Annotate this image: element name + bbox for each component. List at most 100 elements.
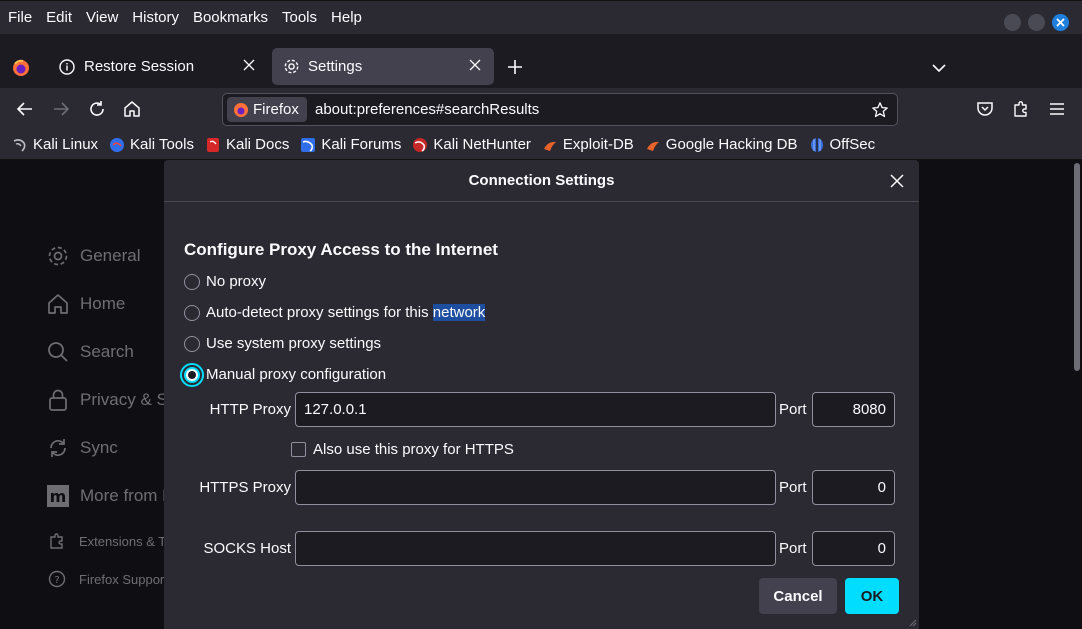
kali-tools-icon <box>110 137 125 152</box>
bookmark-label: Kali Linux <box>33 136 99 153</box>
radio-label: No proxy <box>206 273 267 290</box>
bookmark-label: Kali Tools <box>130 136 194 153</box>
exploit-db-icon <box>543 141 556 151</box>
menu-help[interactable]: Help <box>331 9 362 26</box>
https-proxy-label: HTTPS Proxy <box>199 479 291 496</box>
radio-button[interactable] <box>184 304 200 321</box>
url-text[interactable]: about:preferences#searchResults <box>315 101 539 118</box>
dialog-header: Connection Settings <box>164 160 919 202</box>
http-proxy-label: HTTP Proxy <box>209 401 291 418</box>
tab-restore-session[interactable]: Restore Session <box>48 48 268 85</box>
star-icon[interactable] <box>871 101 889 119</box>
bookmark-kali-nethunter[interactable]: Kali NetHunter <box>412 136 531 153</box>
bookmark-exploit-db[interactable]: Exploit-DB <box>542 136 634 153</box>
socks-host-input[interactable] <box>295 531 776 566</box>
cancel-button[interactable]: Cancel <box>759 578 837 614</box>
https-proxy-input[interactable] <box>295 470 776 505</box>
tab-settings[interactable]: Settings <box>272 48 494 85</box>
radio-button[interactable] <box>184 335 200 352</box>
bookmark-label: Kali Docs <box>225 136 290 153</box>
page-scrollbar[interactable] <box>1074 163 1080 371</box>
socks-port-label: Port <box>779 540 807 557</box>
close-icon[interactable] <box>242 58 256 72</box>
socks-host-label: SOCKS Host <box>203 540 291 557</box>
bookmark-kali-tools[interactable]: Kali Tools <box>109 136 194 153</box>
menu-file[interactable]: File <box>8 9 32 26</box>
extensions-puzzle-icon[interactable] <box>1011 99 1031 119</box>
bookmark-label: Google Hacking DB <box>665 136 798 153</box>
tab-label: Settings <box>308 58 363 75</box>
menu-bookmarks[interactable]: Bookmarks <box>193 9 268 26</box>
reload-icon[interactable] <box>87 99 107 119</box>
minimize-button[interactable] <box>1004 14 1021 31</box>
connection-settings-dialog: Connection Settings Configure Proxy Acce… <box>164 160 919 629</box>
socks-port-input[interactable]: 0 <box>812 531 895 566</box>
info-icon <box>58 58 76 76</box>
offsec-icon <box>810 137 823 152</box>
gear-icon <box>282 58 300 76</box>
dialog-title: Connection Settings <box>468 172 615 189</box>
ghdb-icon <box>646 141 659 151</box>
bookmark-offsec[interactable]: OffSec <box>809 136 876 153</box>
forward-arrow-icon[interactable] <box>51 99 71 119</box>
bookmark-kali-forums[interactable]: Kali Forums <box>300 136 401 153</box>
kali-docs-icon <box>206 137 219 152</box>
close-icon[interactable] <box>889 173 905 189</box>
bookmark-label: Kali NetHunter <box>433 136 531 153</box>
resize-grip-icon[interactable] <box>907 617 917 627</box>
radio-label: Use system proxy settings <box>206 335 382 352</box>
https-port-input[interactable]: 0 <box>812 470 895 505</box>
maximize-button[interactable] <box>1028 14 1045 31</box>
kali-dragon-icon <box>13 138 26 152</box>
ok-button[interactable]: OK <box>845 578 899 614</box>
hamburger-menu-icon[interactable] <box>1047 99 1067 119</box>
http-port-label: Port <box>779 401 807 418</box>
bookmark-google-hacking-db[interactable]: Google Hacking DB <box>645 136 798 153</box>
radio-no-proxy[interactable]: No proxy <box>184 273 266 290</box>
radio-manual-proxy[interactable]: Manual proxy configuration <box>180 362 387 387</box>
menu-view[interactable]: View <box>86 9 118 26</box>
identity-box[interactable]: Firefox <box>227 97 307 122</box>
bookmark-label: Kali Forums <box>321 136 402 153</box>
bookmark-kali-docs[interactable]: Kali Docs <box>205 136 289 153</box>
radio-system-proxy[interactable]: Use system proxy settings <box>184 335 381 352</box>
radio-auto-detect[interactable]: Auto-detect proxy settings for this netw… <box>184 304 486 321</box>
close-icon[interactable] <box>468 58 482 72</box>
plus-icon[interactable] <box>506 58 524 76</box>
back-arrow-icon[interactable] <box>15 99 35 119</box>
bookmark-label: Exploit-DB <box>562 136 634 153</box>
bookmark-kali-linux[interactable]: Kali Linux <box>12 136 98 153</box>
window-close-button[interactable] <box>1052 14 1069 31</box>
close-icon <box>1056 18 1065 27</box>
bookmarks-bar: Kali Linux Kali Tools Kali Docs Kali For… <box>0 130 1082 160</box>
section-title: Configure Proxy Access to the Internet <box>184 240 498 259</box>
checkbox[interactable] <box>291 442 306 457</box>
checkbox-label: Also use this proxy for HTTPS <box>313 441 514 458</box>
firefox-icon[interactable] <box>11 58 31 78</box>
identity-label: Firefox <box>253 101 299 118</box>
tab-bar: Restore Session Settings <box>0 34 1082 88</box>
url-bar[interactable]: Firefox about:preferences#searchResults <box>222 93 898 126</box>
kali-forums-icon <box>301 137 316 152</box>
http-proxy-input[interactable]: 127.0.0.1 <box>295 392 776 427</box>
radio-button-selected[interactable] <box>180 362 204 387</box>
menu-history[interactable]: History <box>132 9 179 26</box>
chevron-down-icon[interactable] <box>930 59 948 77</box>
radio-label: Manual proxy configuration <box>206 366 387 383</box>
home-icon[interactable] <box>122 99 142 119</box>
menu-edit[interactable]: Edit <box>46 9 72 26</box>
menu-tools[interactable]: Tools <box>282 9 317 26</box>
pocket-icon[interactable] <box>975 99 995 119</box>
tab-label: Restore Session <box>84 58 195 75</box>
also-use-for-https-checkbox[interactable]: Also use this proxy for HTTPS <box>291 441 514 458</box>
http-port-input[interactable]: 8080 <box>812 392 895 427</box>
https-port-label: Port <box>779 479 807 496</box>
radio-label-text: Auto-detect proxy settings for this <box>206 304 433 321</box>
menu-bar: File Edit View History Bookmarks Tools H… <box>0 0 1082 34</box>
nav-bar: Firefox about:preferences#searchResults <box>0 88 1082 130</box>
nethunter-icon <box>413 137 428 152</box>
firefox-icon <box>234 102 248 117</box>
radio-button[interactable] <box>184 273 200 290</box>
bookmark-label: OffSec <box>829 136 876 153</box>
radio-label: Auto-detect proxy settings for this netw… <box>206 304 486 321</box>
